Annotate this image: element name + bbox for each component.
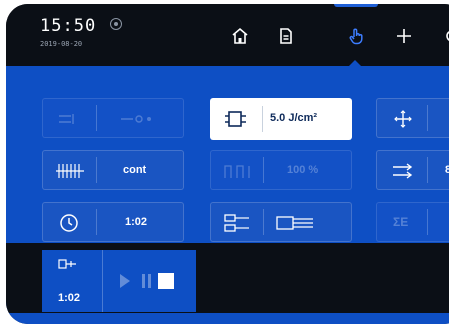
timer-value: 1:02 bbox=[125, 216, 148, 228]
clock-icon bbox=[60, 214, 78, 232]
pulse-module-icon bbox=[225, 111, 246, 127]
move-button[interactable] bbox=[376, 98, 449, 138]
mode-value: cont bbox=[123, 164, 147, 176]
applicator-large-icon bbox=[276, 216, 313, 230]
pulse-train-icon bbox=[56, 164, 84, 178]
status-indicator-icon bbox=[110, 18, 122, 30]
plus-icon bbox=[397, 29, 411, 43]
parallel-lines-icon bbox=[59, 114, 74, 124]
device-screen: 15:50 2019-08-20 5.0 J/cm² cont 100 % 8 … bbox=[6, 4, 449, 324]
move-arrows-icon bbox=[394, 110, 412, 128]
direction-button[interactable]: 8 bbox=[376, 150, 449, 190]
clock-date: 2019-08-20 bbox=[40, 40, 83, 48]
nav-home-button[interactable] bbox=[222, 18, 258, 54]
play-icon[interactable] bbox=[120, 274, 130, 288]
sum-label: ΣE bbox=[393, 215, 409, 229]
nav-touch-button[interactable] bbox=[338, 18, 374, 54]
document-icon bbox=[280, 28, 292, 44]
pause-icon[interactable] bbox=[142, 274, 145, 288]
nav-add-button[interactable] bbox=[386, 18, 422, 54]
applicator-small-icon bbox=[224, 214, 249, 232]
spot-icon bbox=[121, 115, 151, 123]
timer-button[interactable]: 1:02 bbox=[42, 202, 184, 242]
double-arrow-icon bbox=[393, 163, 413, 179]
disabled-mode-toggle[interactable] bbox=[42, 98, 184, 138]
direction-value-partial: 8 bbox=[445, 164, 449, 176]
applicator-icon bbox=[58, 259, 76, 269]
applicator-select-button[interactable] bbox=[210, 202, 352, 242]
mode-button[interactable]: cont bbox=[42, 150, 184, 190]
active-tab-caret bbox=[348, 60, 362, 67]
active-nav-indicator bbox=[334, 4, 378, 7]
bottom-timer-value: 1:02 bbox=[58, 292, 81, 304]
playback-control-box: 1:02 bbox=[42, 250, 196, 312]
fluence-card[interactable]: 5.0 J/cm² bbox=[210, 98, 352, 140]
power-button[interactable]: 100 % bbox=[210, 150, 352, 190]
stop-icon[interactable] bbox=[158, 273, 174, 289]
top-status-bar: 15:50 2019-08-20 bbox=[6, 4, 449, 66]
home-icon bbox=[232, 27, 248, 44]
gear-icon bbox=[446, 31, 449, 41]
power-step-icon bbox=[224, 165, 250, 178]
hand-pointer-icon bbox=[349, 28, 363, 45]
nav-settings-button[interactable] bbox=[434, 18, 449, 54]
bottom-divider bbox=[102, 250, 103, 312]
clock-time: 15:50 bbox=[40, 16, 97, 36]
card-divider bbox=[262, 106, 263, 132]
fluence-value: 5.0 J/cm² bbox=[270, 112, 318, 124]
nav-document-button[interactable] bbox=[268, 18, 304, 54]
sum-button[interactable]: ΣE bbox=[376, 202, 449, 242]
power-value: 100 % bbox=[287, 164, 319, 176]
